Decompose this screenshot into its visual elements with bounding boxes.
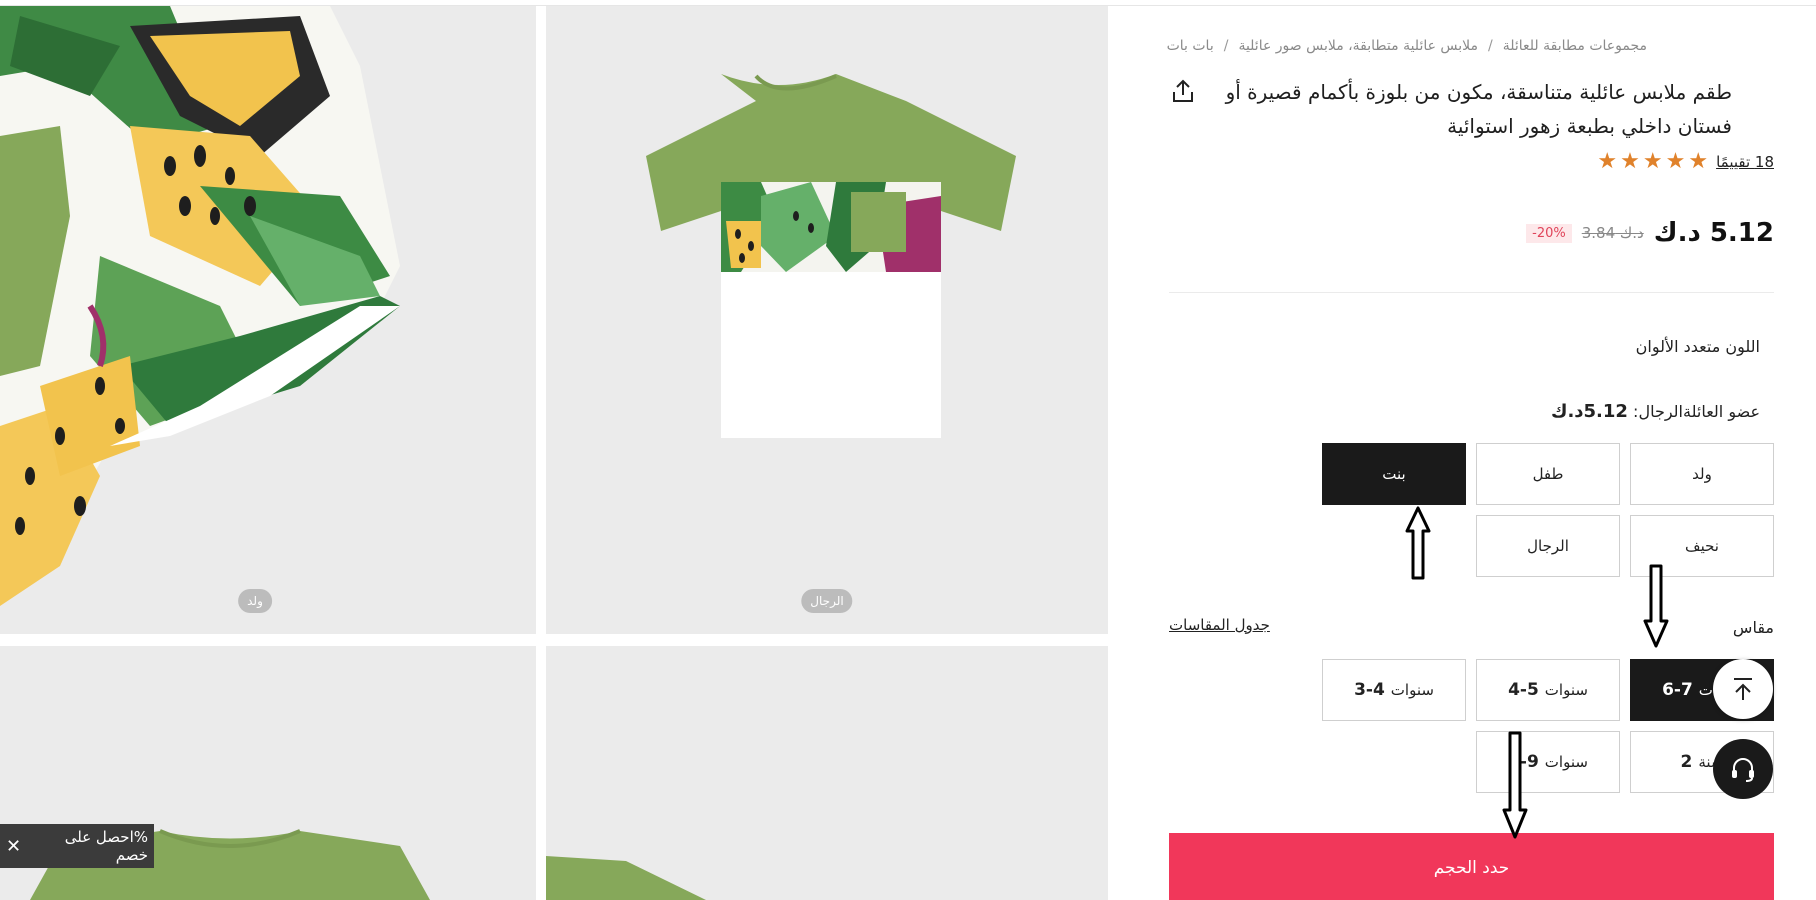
product-info-panel: مجموعات مطابقة للعائلة / ملابس عائلية متطا… bbox=[1167, 0, 1774, 900]
star-icon: ★ bbox=[1597, 149, 1618, 174]
headset-icon bbox=[1732, 758, 1754, 782]
product-image-2[interactable]: الرجال bbox=[546, 6, 1108, 634]
close-icon[interactable]: ✕ bbox=[6, 836, 21, 857]
annotation-arrow-down bbox=[1643, 564, 1669, 648]
size-option[interactable]: سنوات 4-5 bbox=[1476, 659, 1620, 721]
size-chart-link[interactable]: جدول المقاسات bbox=[1169, 616, 1270, 634]
image-tag-men: الرجال bbox=[801, 589, 853, 613]
product-image-1[interactable]: ولد bbox=[0, 6, 536, 634]
member-option[interactable]: ولد bbox=[1630, 443, 1774, 505]
breadcrumb-separator: / bbox=[1223, 38, 1229, 54]
select-size-button[interactable]: حدد الحجم bbox=[1169, 833, 1774, 900]
member-option[interactable]: طفل bbox=[1476, 443, 1620, 505]
star-icon: ★ bbox=[1688, 149, 1709, 174]
size-option[interactable]: سنوات 3-4 bbox=[1322, 659, 1466, 721]
image-tag-boy: ولد bbox=[238, 589, 272, 613]
star-icon: ★ bbox=[1642, 149, 1663, 174]
product-page: ولد الرجال مجموعات مطابقة للعائلة/ملابس … bbox=[0, 0, 1816, 900]
section-divider bbox=[1169, 292, 1774, 293]
reviews-link[interactable]: 18 تقييمًا bbox=[1716, 153, 1774, 171]
member-options: ولد طفل بنت نحيف الرجال bbox=[1169, 443, 1774, 577]
color-label: اللون متعدد الألوان bbox=[1635, 337, 1760, 356]
price-row: 5.12 د.ك د.ك 3.84 -20% bbox=[1526, 218, 1774, 248]
star-icon: ★ bbox=[1620, 149, 1640, 174]
size-option-number: 6-7 bbox=[1662, 680, 1693, 700]
product-image-4[interactable] bbox=[546, 646, 1108, 900]
size-option-unit: سنوات bbox=[1544, 681, 1588, 699]
size-options: سنوات6-7سنوات4-5سنوات3-4سنة2سنوات8-9 bbox=[1169, 659, 1774, 793]
original-price: د.ك 3.84 bbox=[1581, 224, 1644, 242]
rating-row: 18 تقييمًا ★ ★ ★ ★ ★ bbox=[1597, 151, 1774, 173]
annotation-arrow-down bbox=[1502, 731, 1528, 839]
size-option-number: 3-4 bbox=[1354, 680, 1385, 700]
size-option-number: 4-5 bbox=[1508, 680, 1539, 700]
member-label-prefix: عضو العائلة bbox=[1682, 402, 1760, 421]
member-option[interactable]: الرجال bbox=[1476, 515, 1620, 577]
member-label: عضو العائلةالرجال: 5.12د.ك bbox=[1551, 401, 1760, 422]
breadcrumb: مجموعات مطابقة للعائلة / ملابس عائلية متطا… bbox=[1167, 38, 1647, 54]
member-label-selected: الرجال: bbox=[1633, 402, 1683, 421]
arrow-up-icon bbox=[1734, 678, 1752, 700]
rating-stars: ★ ★ ★ ★ ★ bbox=[1597, 151, 1708, 173]
promo-text: %احصل على خصم bbox=[64, 828, 148, 864]
discount-promo-banner[interactable]: %احصل على خصم ✕ bbox=[0, 824, 154, 868]
member-label-price: 5.12د.ك bbox=[1550, 401, 1628, 422]
size-option-number: 2 bbox=[1680, 752, 1693, 772]
size-label: مقاس bbox=[1732, 618, 1774, 637]
size-option-unit: سنوات bbox=[1544, 753, 1588, 771]
member-option[interactable]: بنت bbox=[1322, 443, 1466, 505]
star-icon: ★ bbox=[1665, 149, 1686, 174]
breadcrumb-item[interactable]: بات بات bbox=[1167, 38, 1214, 54]
discount-badge: -20% bbox=[1526, 223, 1572, 243]
annotation-arrow-up bbox=[1405, 506, 1431, 580]
back-to-top-button[interactable] bbox=[1713, 659, 1773, 719]
support-button[interactable] bbox=[1713, 739, 1773, 799]
size-option[interactable]: سنوات 8-9 bbox=[1476, 731, 1620, 793]
breadcrumb-item[interactable]: مجموعات مطابقة للعائلة bbox=[1503, 38, 1647, 54]
size-header: مقاس جدول المقاسات bbox=[1169, 612, 1774, 642]
size-option-unit: سنوات bbox=[1390, 681, 1434, 699]
breadcrumb-separator: / bbox=[1488, 38, 1493, 54]
breadcrumb-item[interactable]: ملابس عائلية متطابقة، ملابس صور عائلية bbox=[1238, 38, 1478, 54]
current-price: 5.12 د.ك bbox=[1653, 218, 1774, 248]
product-title: طقم ملابس عائلية متناسقة، مكون من بلوزة … bbox=[1225, 80, 1732, 138]
